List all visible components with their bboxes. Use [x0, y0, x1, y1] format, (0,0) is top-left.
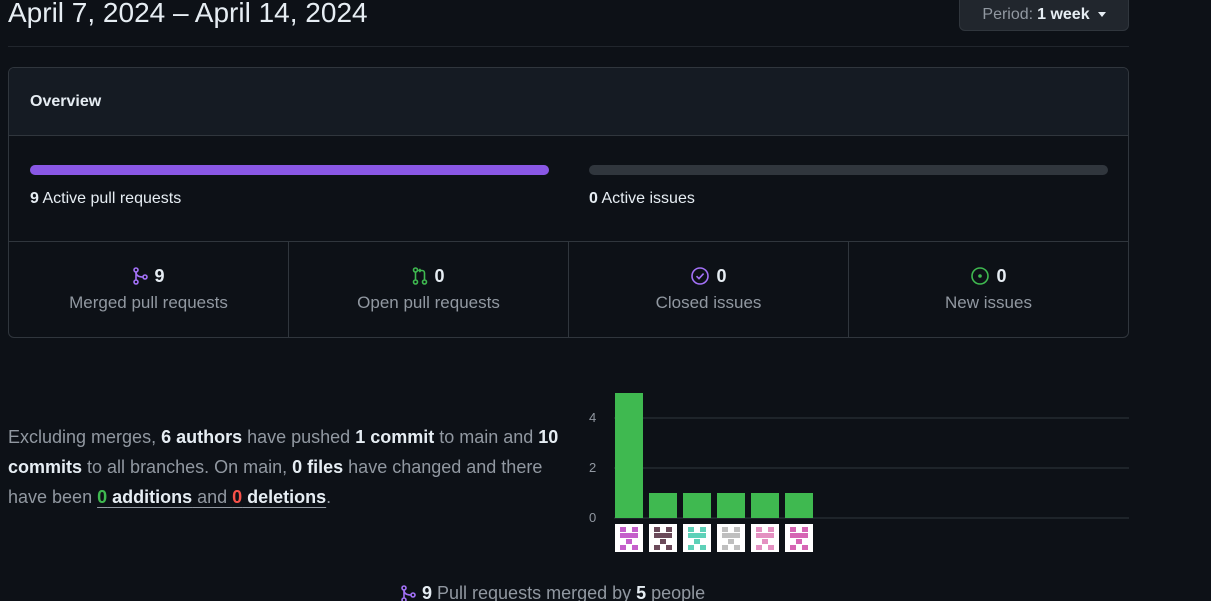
diff-link[interactable]: 0 additions and 0 deletions: [97, 487, 326, 507]
footer-text: people: [646, 583, 706, 601]
active-prs-bar-fill: [30, 165, 549, 175]
authors-count: 6 authors: [161, 427, 243, 447]
merged-prs-summary: 9 Pull requests merged by 5 people: [400, 583, 705, 601]
overview-stats: 9 Merged pull requests 0 Open pull reque…: [9, 242, 1128, 337]
new-issues-label: New issues: [945, 292, 1032, 312]
author-avatar[interactable]: [615, 524, 643, 552]
active-issues-count: 0: [589, 190, 598, 207]
bar[interactable]: [785, 493, 813, 518]
summary-text: .: [326, 487, 332, 507]
author-avatar[interactable]: [751, 524, 779, 552]
closed-issues-count: 0: [716, 265, 727, 286]
overview-panel: Overview 9 Active pull requests 0 Active…: [8, 67, 1129, 338]
author-avatar[interactable]: [717, 524, 745, 552]
active-prs-link[interactable]: 9 Active pull requests: [30, 190, 181, 208]
summary-text: to all branches. On main,: [82, 457, 293, 477]
commits-by-author-chart: 0 2 4: [589, 393, 1129, 552]
additions-label: additions: [107, 487, 193, 507]
people-count: 5: [636, 583, 647, 601]
active-issues-link[interactable]: 0 Active issues: [589, 190, 695, 208]
chevron-down-icon: [1097, 12, 1106, 17]
bar[interactable]: [615, 393, 643, 518]
bar[interactable]: [683, 493, 711, 518]
summary-text: to main and: [434, 427, 539, 447]
additions-count: 0: [97, 487, 108, 507]
bar[interactable]: [717, 493, 745, 518]
issue-opened-icon: [970, 266, 990, 286]
y-tick-label: 2: [589, 460, 596, 475]
y-tick-label: 4: [589, 410, 596, 425]
stat-new-issues[interactable]: 0 New issues: [849, 242, 1128, 337]
git-merge-icon: [400, 584, 416, 601]
and-text: and: [192, 487, 233, 507]
divider: [8, 46, 1129, 47]
stat-open-prs[interactable]: 0 Open pull requests: [289, 242, 569, 337]
deletions-label: deletions: [242, 487, 327, 507]
active-prs-bar[interactable]: [30, 165, 549, 175]
activity-bars: 9 Active pull requests 0 Active issues: [9, 136, 1128, 242]
open-prs-label: Open pull requests: [357, 292, 500, 312]
new-issues-count: 0: [996, 265, 1007, 286]
active-prs-label: Active pull requests: [42, 190, 182, 207]
bar[interactable]: [649, 493, 677, 518]
issue-closed-icon: [690, 266, 710, 286]
files-count: 0 files: [292, 457, 344, 477]
git-pull-request-icon: [412, 267, 428, 285]
y-tick-label: 0: [589, 510, 596, 525]
merged-prs-count: 9: [154, 265, 165, 286]
closed-issues-label: Closed issues: [655, 292, 762, 312]
stat-closed-issues[interactable]: 0 Closed issues: [569, 242, 849, 337]
period-value: 1 week: [1037, 5, 1090, 23]
author-avatar[interactable]: [683, 524, 711, 552]
git-merge-icon: [132, 267, 149, 285]
merged-prs-label: Merged pull requests: [69, 292, 228, 312]
active-prs-count: 9: [30, 190, 39, 207]
author-avatar[interactable]: [785, 524, 813, 552]
author-avatar[interactable]: [649, 524, 677, 552]
period-label: Period:: [982, 5, 1034, 23]
bar[interactable]: [751, 493, 779, 518]
footer-text: Pull requests merged by: [432, 583, 637, 601]
active-issues-bar[interactable]: [589, 165, 1108, 175]
pulse-page: April 7, 2024 – April 14, 2024 Period: 1…: [0, 0, 1211, 601]
summary-text: Excluding merges,: [8, 427, 162, 447]
deletions-count: 0: [232, 487, 243, 507]
period-select-button[interactable]: Period: 1 week: [959, 0, 1129, 31]
page-title: April 7, 2024 – April 14, 2024: [8, 0, 368, 28]
commits-main-count: 1 commit: [355, 427, 435, 447]
active-issues-label: Active issues: [601, 190, 695, 207]
stat-merged-prs[interactable]: 9 Merged pull requests: [9, 242, 289, 337]
open-prs-count: 0: [434, 265, 445, 286]
merged-prs-total: 9: [422, 583, 433, 601]
overview-title: Overview: [9, 68, 1128, 136]
commit-summary: Excluding merges, 6 authors have pushed …: [8, 422, 573, 512]
summary-text: have pushed: [242, 427, 356, 447]
